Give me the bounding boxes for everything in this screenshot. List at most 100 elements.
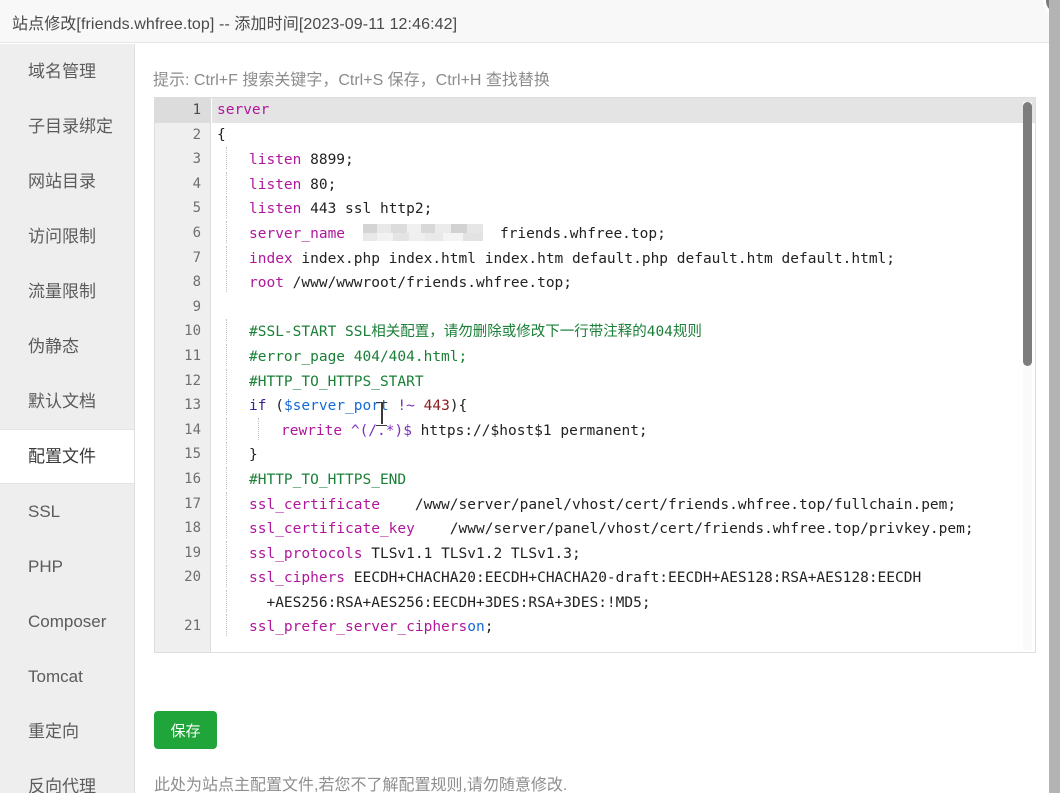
sidebar-item-ssl[interactable]: SSL: [0, 484, 134, 539]
line-number: 8: [192, 274, 201, 291]
sidebar-item-composer[interactable]: Composer: [0, 594, 134, 649]
line-number: 6: [192, 224, 201, 241]
code-line-4[interactable]: listen 80;: [212, 171, 1035, 197]
token-directive: server_name: [249, 225, 346, 242]
code-line-15[interactable]: }: [212, 442, 1035, 467]
indent-guide-icon: [226, 417, 227, 440]
token-variable: $server_port: [283, 398, 389, 415]
page-vertical-scrollbar[interactable]: [1049, 0, 1060, 793]
code-line-18[interactable]: ssl_certificate_key /www/server/panel/vh…: [212, 516, 1035, 541]
indent-guide-icon: [226, 171, 227, 194]
dialog-main-panel: 提示: Ctrl+F 搜索关键字，Ctrl+S 保存，Ctrl+H 查找替换 1…: [136, 44, 1049, 793]
code-line-9[interactable]: [212, 295, 1035, 320]
code-line-20-wrap[interactable]: +AES256:RSA+AES256:EECDH+3DES:RSA+3DES:!…: [212, 589, 1035, 615]
line-number: 7: [192, 249, 201, 266]
editor-code-area[interactable]: server { listen 8899; listen 80; listen …: [212, 98, 1035, 652]
token-directive: server: [217, 102, 270, 118]
code-line-2[interactable]: {: [212, 123, 1035, 148]
token-args: index.php index.html index.htm default.p…: [292, 250, 896, 267]
indent-guide-icon: [226, 540, 227, 563]
token-number: 443: [423, 398, 450, 415]
code-line-19[interactable]: ssl_protocols TLSv1.1 TLSv1.2 TLSv1.3;: [212, 540, 1035, 566]
token-args: https://$host$1 permanent;: [411, 422, 648, 439]
token-args: friends.whfree.top;: [482, 225, 666, 242]
token-directive: rewrite: [281, 422, 343, 439]
line-number: 13: [184, 397, 201, 414]
indent-guide-icon: [226, 442, 227, 465]
sidebar-item-default-document[interactable]: 默认文档: [0, 374, 134, 429]
code-line-21[interactable]: ssl_prefer_server_cipherson;: [212, 614, 1035, 639]
line-number: 21: [184, 618, 201, 635]
config-code-editor[interactable]: 1 2 3 4 5 6 7 8 9 10 11 12 13 14 15 16 1…: [154, 97, 1036, 653]
code-line-14[interactable]: rewrite ^(/.*)$ https://$host$1 permanen…: [212, 417, 1035, 443]
token-directive: listen: [249, 152, 302, 169]
code-line-16[interactable]: #HTTP_TO_HTTPS_END: [212, 466, 1035, 492]
token-args: /www/wwwroot/friends.whfree.top;: [283, 275, 573, 292]
sidebar-item-redirect[interactable]: 重定向: [0, 704, 134, 759]
indent-guide-icon: [226, 516, 227, 539]
code-line-12[interactable]: #HTTP_TO_HTTPS_START: [212, 368, 1035, 394]
line-number: 18: [184, 520, 201, 537]
token-args: 8899;: [301, 152, 354, 169]
dialog-sidebar: 域名管理 子目录绑定 网站目录 访问限制 流量限制 伪静态 默认文档 配置文件 …: [0, 44, 135, 793]
token-directive: index: [249, 250, 293, 267]
line-number-wrap: [155, 590, 210, 615]
line-number: 12: [184, 372, 201, 389]
indent-guide-icon: [226, 491, 227, 514]
code-line-10[interactable]: #SSL-START SSL相关配置，请勿删除或修改下一行带注释的404规则: [212, 319, 1035, 344]
code-line-7[interactable]: index index.php index.html index.htm def…: [212, 245, 1035, 271]
line-number: 11: [184, 347, 201, 364]
sidebar-item-php[interactable]: PHP: [0, 539, 134, 594]
sidebar-item-pseudo-static[interactable]: 伪静态: [0, 319, 134, 374]
indent-guide-icon: [226, 589, 227, 612]
token-regex: ^(/.*)$: [342, 422, 412, 439]
sidebar-item-domain-manage[interactable]: 域名管理: [0, 44, 134, 99]
token-comment: #HTTP_TO_HTTPS_END: [249, 471, 407, 488]
token-comment: #HTTP_TO_HTTPS_START: [249, 373, 424, 390]
token-args: /www/server/panel/vhost/cert/friends.whf…: [379, 496, 957, 513]
token-boolean: on: [467, 619, 485, 636]
token-if-keyword: if: [249, 398, 267, 415]
sidebar-item-reverse-proxy[interactable]: 反向代理: [0, 759, 134, 793]
token-directive: ssl_certificate_key: [249, 521, 415, 538]
indent-guide-icon: [226, 565, 227, 588]
token-directive: ssl_ciphers: [249, 570, 346, 587]
page-scrollbar-thumb[interactable]: [1049, 0, 1060, 793]
dialog-titlebar: 站点修改[friends.whfree.top] -- 添加时间[2023-09…: [0, 0, 1049, 43]
shortcut-hint: 提示: Ctrl+F 搜索关键字，Ctrl+S 保存，Ctrl+H 查找替换: [153, 72, 550, 89]
token-semicolon: ;: [484, 619, 494, 636]
sidebar-item-tomcat[interactable]: Tomcat: [0, 649, 134, 704]
sidebar-item-access-restriction[interactable]: 访问限制: [0, 209, 134, 264]
token-comment: #error_page 404/404.html;: [249, 348, 468, 365]
code-line-11[interactable]: #error_page 404/404.html;: [212, 343, 1035, 369]
sidebar-item-config-file[interactable]: 配置文件: [0, 429, 134, 484]
editor-scrollbar-thumb[interactable]: [1023, 102, 1032, 366]
indent-guide-icon: [226, 368, 227, 391]
line-number: 2: [192, 126, 201, 143]
token-paren: ){: [449, 398, 468, 415]
code-line-17[interactable]: ssl_certificate /www/server/panel/vhost/…: [212, 491, 1035, 517]
editor-vertical-scrollbar[interactable]: [1023, 102, 1032, 650]
code-line-13[interactable]: if ($server_port !~ 443){: [212, 393, 1035, 418]
line-number: 10: [184, 323, 201, 340]
code-line-6[interactable]: server_name friends.whfree.top;: [212, 220, 1035, 246]
sidebar-item-subdirectory-binding[interactable]: 子目录绑定: [0, 99, 134, 154]
indent-guide-icon: [226, 196, 227, 219]
token-operator: !~: [388, 398, 424, 415]
token-args-continued: +AES256:RSA+AES256:EECDH+3DES:RSA+3DES:!…: [249, 594, 651, 611]
code-line-5[interactable]: listen 443 ssl http2;: [212, 196, 1035, 221]
code-line-3[interactable]: listen 8899;: [212, 147, 1035, 172]
token-directive: ssl_certificate: [249, 496, 380, 513]
line-number: 17: [184, 495, 201, 512]
line-number: 5: [192, 200, 201, 217]
sidebar-item-website-directory[interactable]: 网站目录: [0, 154, 134, 209]
token-directive: listen: [249, 176, 302, 193]
save-button[interactable]: 保存: [154, 711, 217, 749]
redacted-domain-block: [362, 223, 483, 241]
config-warning-note: 此处为站点主配置文件,若您不了解配置规则,请勿随意修改.: [154, 777, 568, 793]
sidebar-item-traffic-limit[interactable]: 流量限制: [0, 264, 134, 319]
code-line-20[interactable]: ssl_ciphers EECDH+CHACHA20:EECDH+CHACHA2…: [212, 565, 1035, 590]
indent-guide-icon: [226, 466, 227, 489]
code-line-1[interactable]: server: [212, 98, 1035, 123]
code-line-8[interactable]: root /www/wwwroot/friends.whfree.top;: [212, 270, 1035, 295]
